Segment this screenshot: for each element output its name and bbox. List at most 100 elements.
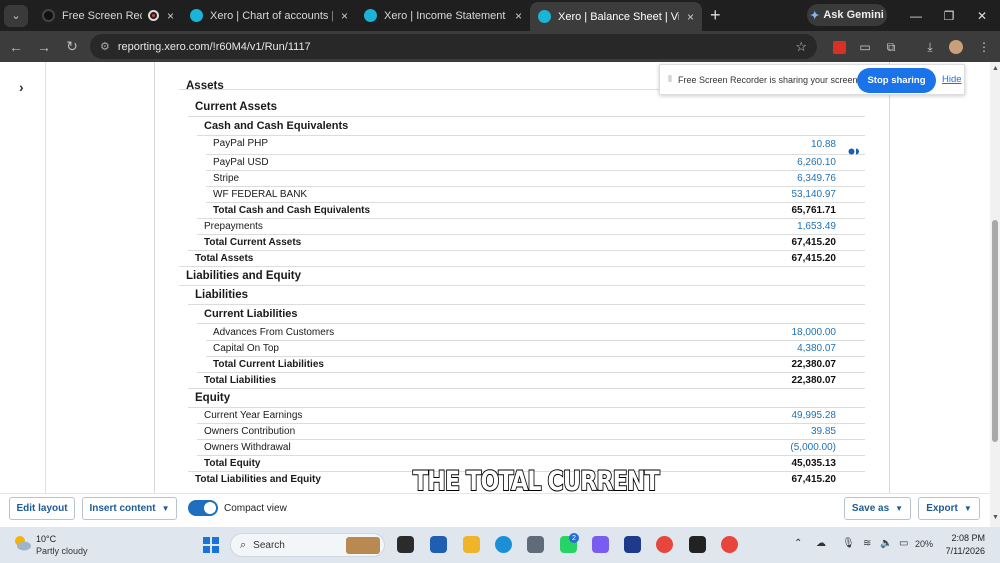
row-label-total-equity: Total Equity xyxy=(204,458,261,469)
section-liabilities-and-equity: Liabilities and Equity xyxy=(186,270,302,282)
url-text: reporting.xero.com/!r60M4/v1/Run/1117 xyxy=(117,40,311,53)
divider xyxy=(197,135,865,136)
tab-income-statement[interactable]: Xero | Income Statement (Profit × xyxy=(356,0,530,31)
scrollbar-thumb[interactable] xyxy=(992,220,998,442)
close-icon[interactable]: × xyxy=(687,10,694,24)
battery-percent: 20% xyxy=(915,539,934,549)
profile-avatar[interactable] xyxy=(948,39,964,55)
scroll-up-icon[interactable]: ▲ xyxy=(992,65,999,72)
recording-icon xyxy=(147,10,159,21)
amount-paypal-php[interactable]: 10.88 xyxy=(811,139,836,150)
scroll-down-icon[interactable]: ▼ xyxy=(992,514,999,521)
tab-screen-recorder[interactable]: Free Screen Recorder × xyxy=(34,0,182,31)
tab-balance-sheet[interactable]: Xero | Balance Sheet | Virtual Cl × xyxy=(530,2,702,31)
volume-icon[interactable]: 🔈 xyxy=(880,538,892,549)
row-label-owners-withdrawal: Owners Withdrawal xyxy=(204,442,291,453)
windows-start-icon[interactable] xyxy=(203,537,219,553)
back-icon[interactable]: ← xyxy=(4,39,28,55)
address-bar[interactable]: ⚙ reporting.xero.com/!r60M4/v1/Run/1117 … xyxy=(90,34,817,59)
show-hidden-icons-icon[interactable]: ⌃ xyxy=(794,538,802,549)
compact-view-toggle[interactable] xyxy=(188,500,218,516)
stop-sharing-button[interactable]: Stop sharing xyxy=(857,68,936,93)
camera-icon[interactable] xyxy=(527,536,544,553)
chrome-icon[interactable] xyxy=(656,536,673,553)
battery-icon[interactable]: ▭ xyxy=(899,538,908,549)
drag-handle-icon[interactable]: ⦀ xyxy=(668,74,672,85)
forward-icon[interactable]: → xyxy=(32,39,56,55)
amount-total-liabilities-and-equity: 67,415.20 xyxy=(791,474,837,485)
cloud-icon[interactable]: ☁ xyxy=(816,538,826,549)
partly-cloudy-icon[interactable] xyxy=(12,535,32,551)
amount-stripe[interactable]: 6,349.76 xyxy=(797,173,836,184)
close-icon[interactable]: × xyxy=(167,9,174,23)
divider xyxy=(197,455,865,456)
page-scrollbar[interactable]: ▲ ▼ xyxy=(990,62,1000,527)
divider xyxy=(206,186,865,187)
amount-prepayments[interactable]: 1,653.49 xyxy=(797,221,836,232)
export-button[interactable]: Export ▼ xyxy=(918,497,980,520)
send-app-icon[interactable] xyxy=(624,536,641,553)
amount-total-assets: 67,415.20 xyxy=(791,253,837,264)
amount-paypal-usd[interactable]: 6,260.10 xyxy=(797,157,836,168)
taskbar-search[interactable]: ⌕ Search xyxy=(230,533,385,557)
notification-badge: 2 xyxy=(569,533,579,543)
tab-label: Xero | Chart of accounts | Virtua xyxy=(210,9,333,22)
cast-icon[interactable]: ▭ xyxy=(857,39,873,55)
insert-content-button[interactable]: Insert content ▼ xyxy=(82,497,177,520)
weather-condition: Partly cloudy xyxy=(36,546,88,556)
bookmark-star-icon[interactable]: ☆ xyxy=(795,39,807,55)
microphone-icon[interactable]: 🎙 xyxy=(842,538,855,549)
site-info-icon[interactable]: ⚙ xyxy=(100,40,110,53)
recorder-favicon-icon xyxy=(42,9,55,22)
amount-owners-withdrawal[interactable]: (5,000.00) xyxy=(790,442,836,453)
amount-current-year-earnings[interactable]: 49,995.28 xyxy=(792,410,837,421)
amount-total-liabilities: 22,380.07 xyxy=(791,375,837,386)
amount-total-cash: 65,761.71 xyxy=(791,205,837,216)
save-as-button[interactable]: Save as ▼ xyxy=(844,497,911,520)
minimize-icon[interactable]: — xyxy=(900,0,932,31)
divider xyxy=(197,439,865,440)
clock-date[interactable]: 7/11/2026 xyxy=(946,546,985,556)
amount-owners-contribution[interactable]: 39.85 xyxy=(811,426,836,437)
tab-chart-of-accounts[interactable]: Xero | Chart of accounts | Virtua × xyxy=(182,0,356,31)
export-label: Export xyxy=(926,503,958,514)
caret-down-icon: ▼ xyxy=(161,504,170,513)
extension-red-icon[interactable] xyxy=(831,39,847,55)
edge-icon[interactable] xyxy=(495,536,512,553)
close-icon[interactable]: × xyxy=(341,9,348,23)
amount-advances[interactable]: 18,000.00 xyxy=(792,327,837,338)
window-close-icon[interactable]: ✕ xyxy=(966,0,998,31)
clock-time[interactable]: 2:08 PM xyxy=(951,533,985,543)
amount-capital-on-top[interactable]: 4,380.07 xyxy=(797,343,836,354)
browser-menu-icon[interactable]: ⋮ xyxy=(976,39,992,55)
close-icon[interactable]: × xyxy=(515,9,522,23)
amount-total-equity: 45,035.13 xyxy=(791,458,837,469)
new-tab-button[interactable]: + xyxy=(710,5,721,26)
report-page: › Assets Current Assets Cash and Cash Eq… xyxy=(0,62,990,493)
capcut-icon[interactable] xyxy=(689,536,706,553)
row-label-wf-bank: WF FEDERAL BANK xyxy=(213,189,308,200)
edit-layout-button[interactable]: Edit layout xyxy=(9,497,75,520)
store-icon[interactable] xyxy=(430,536,447,553)
divider xyxy=(206,356,865,357)
file-explorer-icon[interactable] xyxy=(463,536,480,553)
amount-total-current-assets: 67,415.20 xyxy=(791,237,837,248)
search-icon: ⌕ xyxy=(240,538,247,551)
amount-wf-bank[interactable]: 53,140.97 xyxy=(792,189,837,200)
tab-search-menu-icon[interactable]: ⌄ xyxy=(4,4,28,27)
extensions-icon[interactable]: ⧉ xyxy=(883,39,899,55)
copilot-icon[interactable] xyxy=(592,536,609,553)
ask-gemini-button[interactable]: ✦ Ask Gemini xyxy=(807,4,887,26)
hide-link[interactable]: Hide xyxy=(942,74,962,85)
section-cash: Cash and Cash Equivalents xyxy=(204,120,349,132)
tab-label: Free Screen Recorder xyxy=(62,9,142,22)
reload-icon[interactable]: ↻ xyxy=(60,38,84,55)
wifi-icon[interactable]: ≋ xyxy=(863,538,871,549)
task-view-icon[interactable] xyxy=(397,536,414,553)
chrome-profile-icon[interactable] xyxy=(721,536,738,553)
divider xyxy=(206,340,865,341)
download-icon[interactable]: ⤓ xyxy=(922,39,938,55)
divider xyxy=(197,423,865,424)
restore-icon[interactable]: ❐ xyxy=(933,0,965,31)
chevron-right-icon[interactable]: › xyxy=(19,79,24,95)
